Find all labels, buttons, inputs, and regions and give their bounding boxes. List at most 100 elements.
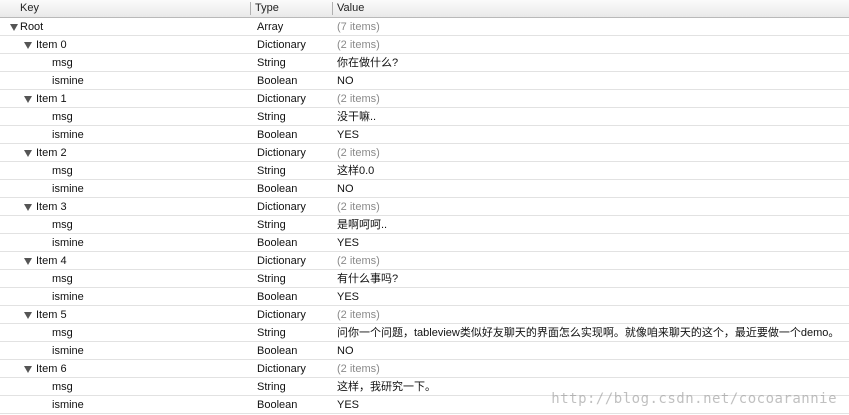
row-key[interactable]: Item 2 [36,144,67,162]
row-type[interactable]: Boolean [257,396,335,414]
row-key[interactable]: Item 5 [36,306,67,324]
row-key[interactable]: ismine [52,180,84,198]
disclosure-triangle-icon[interactable] [24,96,32,103]
child-key-cell: msg [0,378,250,396]
row-key[interactable]: ismine [52,126,84,144]
child-key-cell: msg [0,324,250,342]
child-row-msg[interactable]: msg String 这样0.0 [0,162,849,180]
child-row-ismine[interactable]: ismine Boolean YES [0,126,849,144]
row-type[interactable]: String [257,270,335,288]
child-row-ismine[interactable]: ismine Boolean YES [0,234,849,252]
row-type[interactable]: String [257,378,335,396]
row-key[interactable]: msg [52,54,73,72]
row-type[interactable]: Dictionary [257,36,335,54]
child-row-msg[interactable]: msg String 你在做什么? [0,54,849,72]
row-key[interactable]: ismine [52,342,84,360]
row-value: (2 items) [337,39,380,51]
row-value: (7 items) [337,21,380,33]
item-row[interactable]: Item 0 Dictionary (2 items) [0,36,849,54]
row-key[interactable]: Root [20,18,43,36]
row-value[interactable]: NO [337,180,849,198]
column-header-type[interactable]: Type [255,0,279,17]
row-value[interactable]: YES [337,126,849,144]
row-type[interactable]: Dictionary [257,252,335,270]
row-value[interactable]: 有什么事吗? [337,270,849,288]
disclosure-triangle-icon[interactable] [24,366,32,373]
row-key[interactable]: msg [52,108,73,126]
row-value[interactable]: 是啊呵呵.. [337,216,849,234]
column-header-key[interactable]: Key [20,0,39,17]
row-type[interactable]: Dictionary [257,90,335,108]
row-type[interactable]: String [257,324,335,342]
child-row-ismine[interactable]: ismine Boolean NO [0,72,849,90]
row-key[interactable]: msg [52,162,73,180]
row-key[interactable]: Item 1 [36,90,67,108]
row-type[interactable]: Boolean [257,126,335,144]
row-value[interactable]: NO [337,342,849,360]
row-type[interactable]: String [257,54,335,72]
row-value[interactable]: YES [337,234,849,252]
item-row[interactable]: Item 2 Dictionary (2 items) [0,144,849,162]
row-key[interactable]: ismine [52,288,84,306]
item-key-cell: Item 3 [0,198,250,216]
row-type[interactable]: String [257,216,335,234]
row-key[interactable]: Item 6 [36,360,67,378]
item-row[interactable]: Item 3 Dictionary (2 items) [0,198,849,216]
child-key-cell: msg [0,216,250,234]
child-row-ismine[interactable]: ismine Boolean NO [0,342,849,360]
item-row[interactable]: Item 1 Dictionary (2 items) [0,90,849,108]
item-row[interactable]: Item 5 Dictionary (2 items) [0,306,849,324]
child-key-cell: ismine [0,72,250,90]
child-row-msg[interactable]: msg String 是啊呵呵.. [0,216,849,234]
row-value[interactable]: 这样0.0 [337,162,849,180]
row-key[interactable]: Item 4 [36,252,67,270]
row-value[interactable]: 你在做什么? [337,54,849,72]
item-row[interactable]: Item 6 Dictionary (2 items) [0,360,849,378]
child-row-msg[interactable]: msg String 有什么事吗? [0,270,849,288]
row-type[interactable]: Boolean [257,72,335,90]
row-key[interactable]: ismine [52,72,84,90]
row-key[interactable]: Item 3 [36,198,67,216]
row-key[interactable]: msg [52,378,73,396]
column-header-value[interactable]: Value [337,0,364,17]
child-row-msg[interactable]: msg String 没干嘛.. [0,108,849,126]
row-type[interactable]: Dictionary [257,360,335,378]
row-value[interactable]: 问你一个问题，tableview类似好友聊天的界面怎么实现啊。就像咱来聊天的这个… [337,324,849,342]
disclosure-triangle-icon[interactable] [24,204,32,211]
column-divider[interactable] [332,2,333,15]
disclosure-triangle-icon[interactable] [24,42,32,49]
column-divider[interactable] [250,2,251,15]
row-key[interactable]: ismine [52,396,84,414]
row-value: (2 items) [337,147,380,159]
row-type[interactable]: Dictionary [257,198,335,216]
item-row[interactable]: Item 4 Dictionary (2 items) [0,252,849,270]
root-row[interactable]: Root Array (7 items) [0,18,849,36]
child-row-ismine[interactable]: ismine Boolean YES [0,288,849,306]
row-type[interactable]: Boolean [257,342,335,360]
row-key[interactable]: msg [52,216,73,234]
disclosure-triangle-icon[interactable] [10,24,18,31]
disclosure-triangle-icon[interactable] [24,150,32,157]
row-type[interactable]: Array [257,18,335,36]
row-type[interactable]: Dictionary [257,306,335,324]
row-type[interactable]: Dictionary [257,144,335,162]
row-key[interactable]: Item 0 [36,36,67,54]
row-key[interactable]: msg [52,324,73,342]
disclosure-triangle-icon[interactable] [24,258,32,265]
row-key[interactable]: ismine [52,234,84,252]
row-key[interactable]: msg [52,270,73,288]
row-type[interactable]: String [257,108,335,126]
row-type[interactable]: String [257,162,335,180]
row-type[interactable]: Boolean [257,180,335,198]
child-row-ismine[interactable]: ismine Boolean NO [0,180,849,198]
child-key-cell: ismine [0,180,250,198]
row-type[interactable]: Boolean [257,234,335,252]
item-key-cell: Item 5 [0,306,250,324]
disclosure-triangle-icon[interactable] [24,312,32,319]
child-key-cell: msg [0,108,250,126]
row-type[interactable]: Boolean [257,288,335,306]
row-value[interactable]: NO [337,72,849,90]
row-value[interactable]: YES [337,288,849,306]
row-value[interactable]: 没干嘛.. [337,108,849,126]
child-row-msg[interactable]: msg String 问你一个问题，tableview类似好友聊天的界面怎么实现啊。… [0,324,849,342]
